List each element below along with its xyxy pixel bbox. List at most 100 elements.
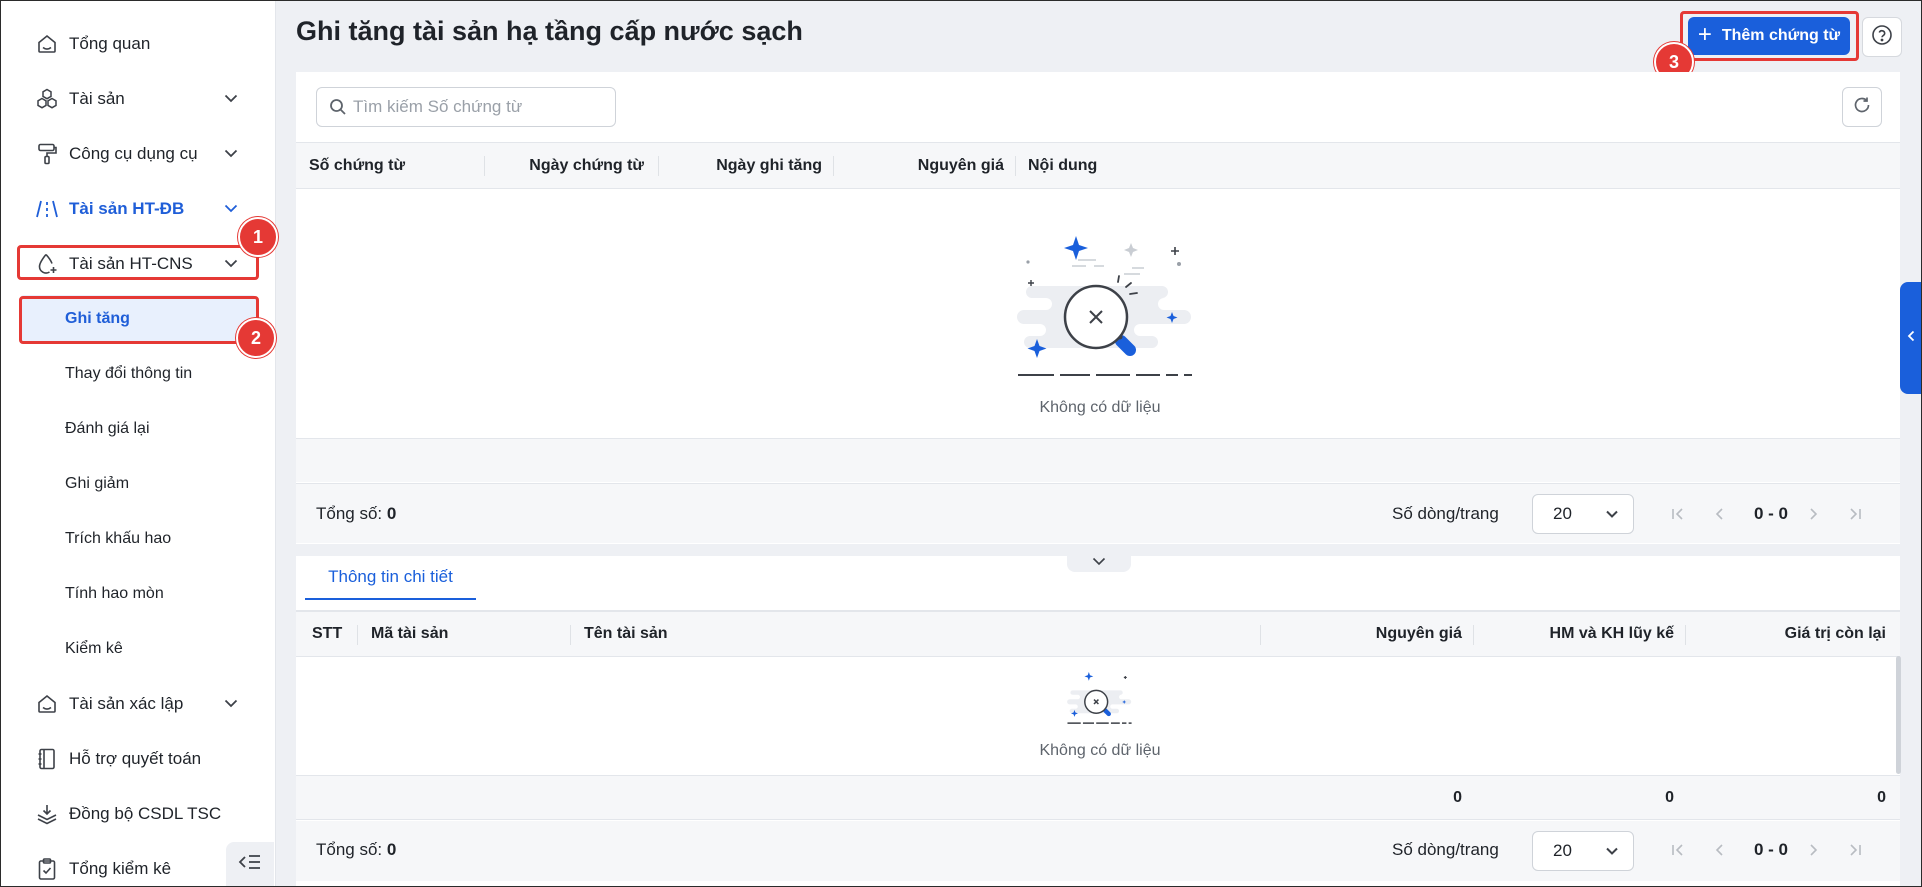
search-field[interactable] (316, 87, 616, 127)
prev-page-button[interactable] (1712, 506, 1728, 522)
column-divider (484, 156, 485, 176)
total-count: Tổng số: 0 (316, 504, 396, 524)
column-header-voucher-date[interactable]: Ngày chứng từ (486, 143, 644, 188)
chevron-down-icon (222, 145, 240, 163)
home-icon (34, 691, 60, 717)
search-icon (329, 98, 347, 121)
sidebar-item-tools[interactable]: Công cụ dụng cụ (0, 126, 276, 181)
sidebar-item-label: Tài sản HT-ĐB (69, 198, 185, 218)
annotation-highlight-1 (17, 245, 259, 280)
sum-original-cost: 0 (1453, 788, 1462, 806)
sidebar-item-label: Tổng kiểm kê (69, 858, 172, 878)
voucher-table-footer: Tổng số: 0 Số dòng/trang 20 0 - 0 (296, 483, 1900, 543)
rows-per-page-select[interactable]: 20 (1532, 831, 1634, 871)
chevron-down-icon (1092, 553, 1106, 571)
annotation-highlight-3 (1680, 11, 1859, 61)
cubes-icon (34, 86, 60, 112)
column-header-asset-code[interactable]: Mã tài sản (371, 612, 551, 656)
column-header-original-cost[interactable]: Nguyên giá (836, 143, 1004, 188)
last-page-button[interactable] (1847, 506, 1863, 522)
tab-detail-info[interactable]: Thông tin chi tiết (305, 556, 476, 600)
first-page-button[interactable] (1670, 506, 1686, 522)
sidebar-collapse-button[interactable] (226, 842, 274, 886)
home-icon (34, 31, 60, 57)
next-page-button[interactable] (1805, 842, 1821, 858)
page-title: Ghi tăng tài sản hạ tầng cấp nước sạch (296, 16, 803, 46)
column-divider (833, 156, 834, 176)
column-header-increase-date[interactable]: Ngày ghi tăng (662, 143, 822, 188)
sidebar-item-assets[interactable]: Tài sản (0, 71, 276, 126)
help-button[interactable] (1862, 17, 1902, 57)
annotation-highlight-2 (19, 296, 259, 344)
prev-page-button[interactable] (1712, 842, 1728, 858)
total-count-label: Tổng số: (316, 840, 383, 859)
panel-toggle-button[interactable] (1067, 552, 1131, 572)
sidebar-item-sync-database[interactable]: Đồng bộ CSDL TSC (0, 786, 276, 841)
sidebar-item-label: Tài sản xác lập (69, 693, 184, 713)
sidebar-item-label: Tổng quan (69, 33, 151, 53)
empty-state-text: Không có dữ liệu (1039, 399, 1161, 416)
annotation-marker-2: 2 (236, 318, 276, 358)
sidebar: Tổng quan Tài sản Công cụ dụng cụ Tài sả… (0, 0, 276, 887)
table-horizontal-scroll-area (296, 438, 1900, 482)
sidebar-subitem-label: Thay đổi thông tin (65, 364, 193, 382)
sidebar-subitem-inventory[interactable]: Kiểm kê (20, 625, 256, 672)
total-count-value: 0 (386, 840, 397, 859)
column-header-accumulated-depreciation[interactable]: HM và KH lũy kế (1478, 612, 1674, 656)
first-page-button[interactable] (1670, 842, 1686, 858)
sidebar-item-label: Đồng bộ CSDL TSC (69, 803, 222, 823)
chevron-left-icon (1907, 329, 1915, 347)
sidebar-subitem-label: Tính hao mòn (65, 584, 164, 602)
voucher-table-header: Số chứng từ Ngày chứng từ Ngày ghi tăng … (296, 142, 1900, 189)
empty-state-illustration (1066, 667, 1136, 727)
sidebar-item-road-infrastructure[interactable]: Tài sản HT-ĐB (0, 181, 276, 236)
column-divider (1015, 156, 1016, 176)
column-header-remaining-value[interactable]: Giá trị còn lại (1690, 612, 1886, 656)
sidebar-item-settlement-support[interactable]: Hỗ trợ quyết toán (0, 731, 276, 786)
total-count-value: 0 (386, 504, 397, 523)
collapse-left-icon (238, 854, 262, 875)
sidebar-item-established-assets[interactable]: Tài sản xác lập (0, 676, 276, 731)
refresh-button[interactable] (1842, 87, 1882, 127)
search-input[interactable] (353, 94, 603, 120)
column-divider (570, 625, 571, 645)
detail-table-footer: Tổng số: 0 Số dòng/trang 20 0 - 0 (296, 821, 1900, 881)
rows-per-page-value: 20 (1553, 504, 1572, 523)
column-divider (357, 625, 358, 645)
total-count-label: Tổng số: (316, 504, 383, 523)
column-header-original-cost[interactable]: Nguyên giá (1266, 612, 1462, 656)
book-icon (34, 746, 60, 772)
rows-per-page-label: Số dòng/trang (1392, 840, 1499, 859)
paint-roller-icon (34, 141, 60, 167)
empty-state-text: Không có dữ liệu (1039, 742, 1161, 759)
detail-scrollbar[interactable] (1896, 656, 1901, 774)
sidebar-subitem-change-info[interactable]: Thay đổi thông tin (20, 350, 256, 397)
column-header-voucher-no[interactable]: Số chứng từ (309, 143, 479, 188)
next-page-button[interactable] (1805, 506, 1821, 522)
detail-summary-row: 0 0 0 (296, 775, 1900, 820)
rows-per-page-select[interactable]: 20 (1532, 494, 1634, 534)
empty-state-illustration (1014, 228, 1204, 380)
last-page-button[interactable] (1847, 842, 1863, 858)
sidebar-item-label: Tài sản (69, 88, 125, 108)
clipboard-icon (34, 856, 60, 882)
sidebar-item-label: Hỗ trợ quyết toán (69, 748, 202, 768)
sidebar-subitem-wear[interactable]: Tính hao mòn (20, 570, 256, 617)
page-range: 0 - 0 (1754, 504, 1789, 523)
annotation-marker-1: 1 (238, 217, 278, 257)
column-header-content[interactable]: Nội dung (1028, 143, 1228, 188)
sidebar-subitem-decrease[interactable]: Ghi giảm (20, 460, 256, 507)
sidebar-subitem-depreciation[interactable]: Trích khấu hao (20, 515, 256, 562)
right-drawer-toggle[interactable] (1900, 282, 1922, 394)
sidebar-item-overview[interactable]: Tổng quan (0, 16, 276, 71)
sidebar-subitem-revaluation[interactable]: Đánh giá lại (20, 405, 256, 452)
column-divider (1473, 625, 1474, 645)
sidebar-subitem-label: Trích khấu hao (65, 529, 172, 547)
column-header-asset-name[interactable]: Tên tài sản (584, 612, 884, 656)
sidebar-subitem-label: Kiểm kê (65, 639, 123, 657)
sidebar-item-label: Công cụ dụng cụ (69, 143, 198, 163)
sum-accumulated-depreciation: 0 (1665, 788, 1674, 806)
sidebar-subitem-label: Ghi giảm (65, 474, 130, 492)
sidebar-subitem-label: Đánh giá lại (65, 419, 150, 437)
column-header-index[interactable]: STT (312, 612, 352, 656)
